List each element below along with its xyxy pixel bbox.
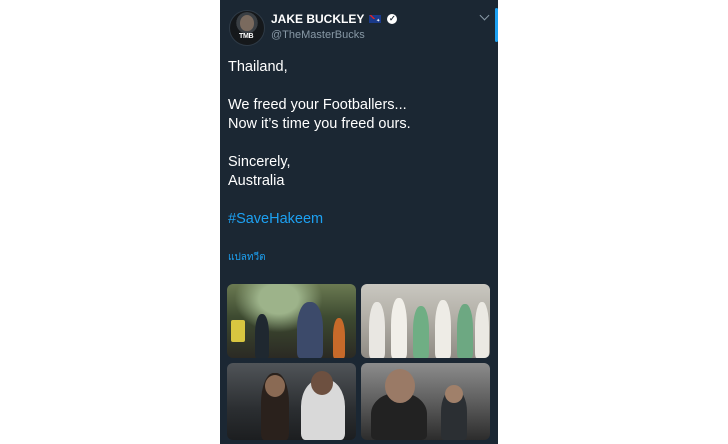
scroll-indicator[interactable] bbox=[495, 8, 498, 42]
media-grid bbox=[227, 284, 491, 440]
australia-flag-icon bbox=[369, 15, 382, 24]
tweet-screen: TMB JAKE BUCKLEY ✓ @TheMasterBucks Thail… bbox=[220, 0, 498, 444]
avatar-face bbox=[240, 15, 254, 31]
avatar-text: TMB bbox=[239, 33, 254, 40]
media-photo-2[interactable] bbox=[361, 284, 490, 358]
media-photo-1[interactable] bbox=[227, 284, 356, 358]
media-photo-3[interactable] bbox=[227, 363, 356, 440]
tweet-line: Australia bbox=[228, 173, 285, 189]
tweet-line: Now it’s time you freed ours. bbox=[228, 116, 411, 132]
tweet-line: Thailand, bbox=[228, 59, 288, 75]
tweet-line: We freed your Footballers... bbox=[228, 97, 407, 113]
author-name-row[interactable]: JAKE BUCKLEY ✓ bbox=[271, 12, 398, 26]
verified-icon: ✓ bbox=[387, 14, 398, 24]
translate-tweet-link[interactable]: แปลทวีต bbox=[228, 250, 266, 265]
tweet-body: Thailand, We freed your Footballers... N… bbox=[228, 58, 488, 229]
media-photo-4[interactable] bbox=[361, 363, 490, 440]
author-name[interactable]: JAKE BUCKLEY bbox=[271, 12, 364, 26]
tweet-line: Sincerely, bbox=[228, 154, 291, 170]
chevron-down-icon[interactable] bbox=[479, 10, 490, 21]
hashtag-link[interactable]: #SaveHakeem bbox=[228, 210, 488, 229]
avatar[interactable]: TMB bbox=[229, 10, 265, 46]
author-handle[interactable]: @TheMasterBucks bbox=[271, 29, 365, 41]
